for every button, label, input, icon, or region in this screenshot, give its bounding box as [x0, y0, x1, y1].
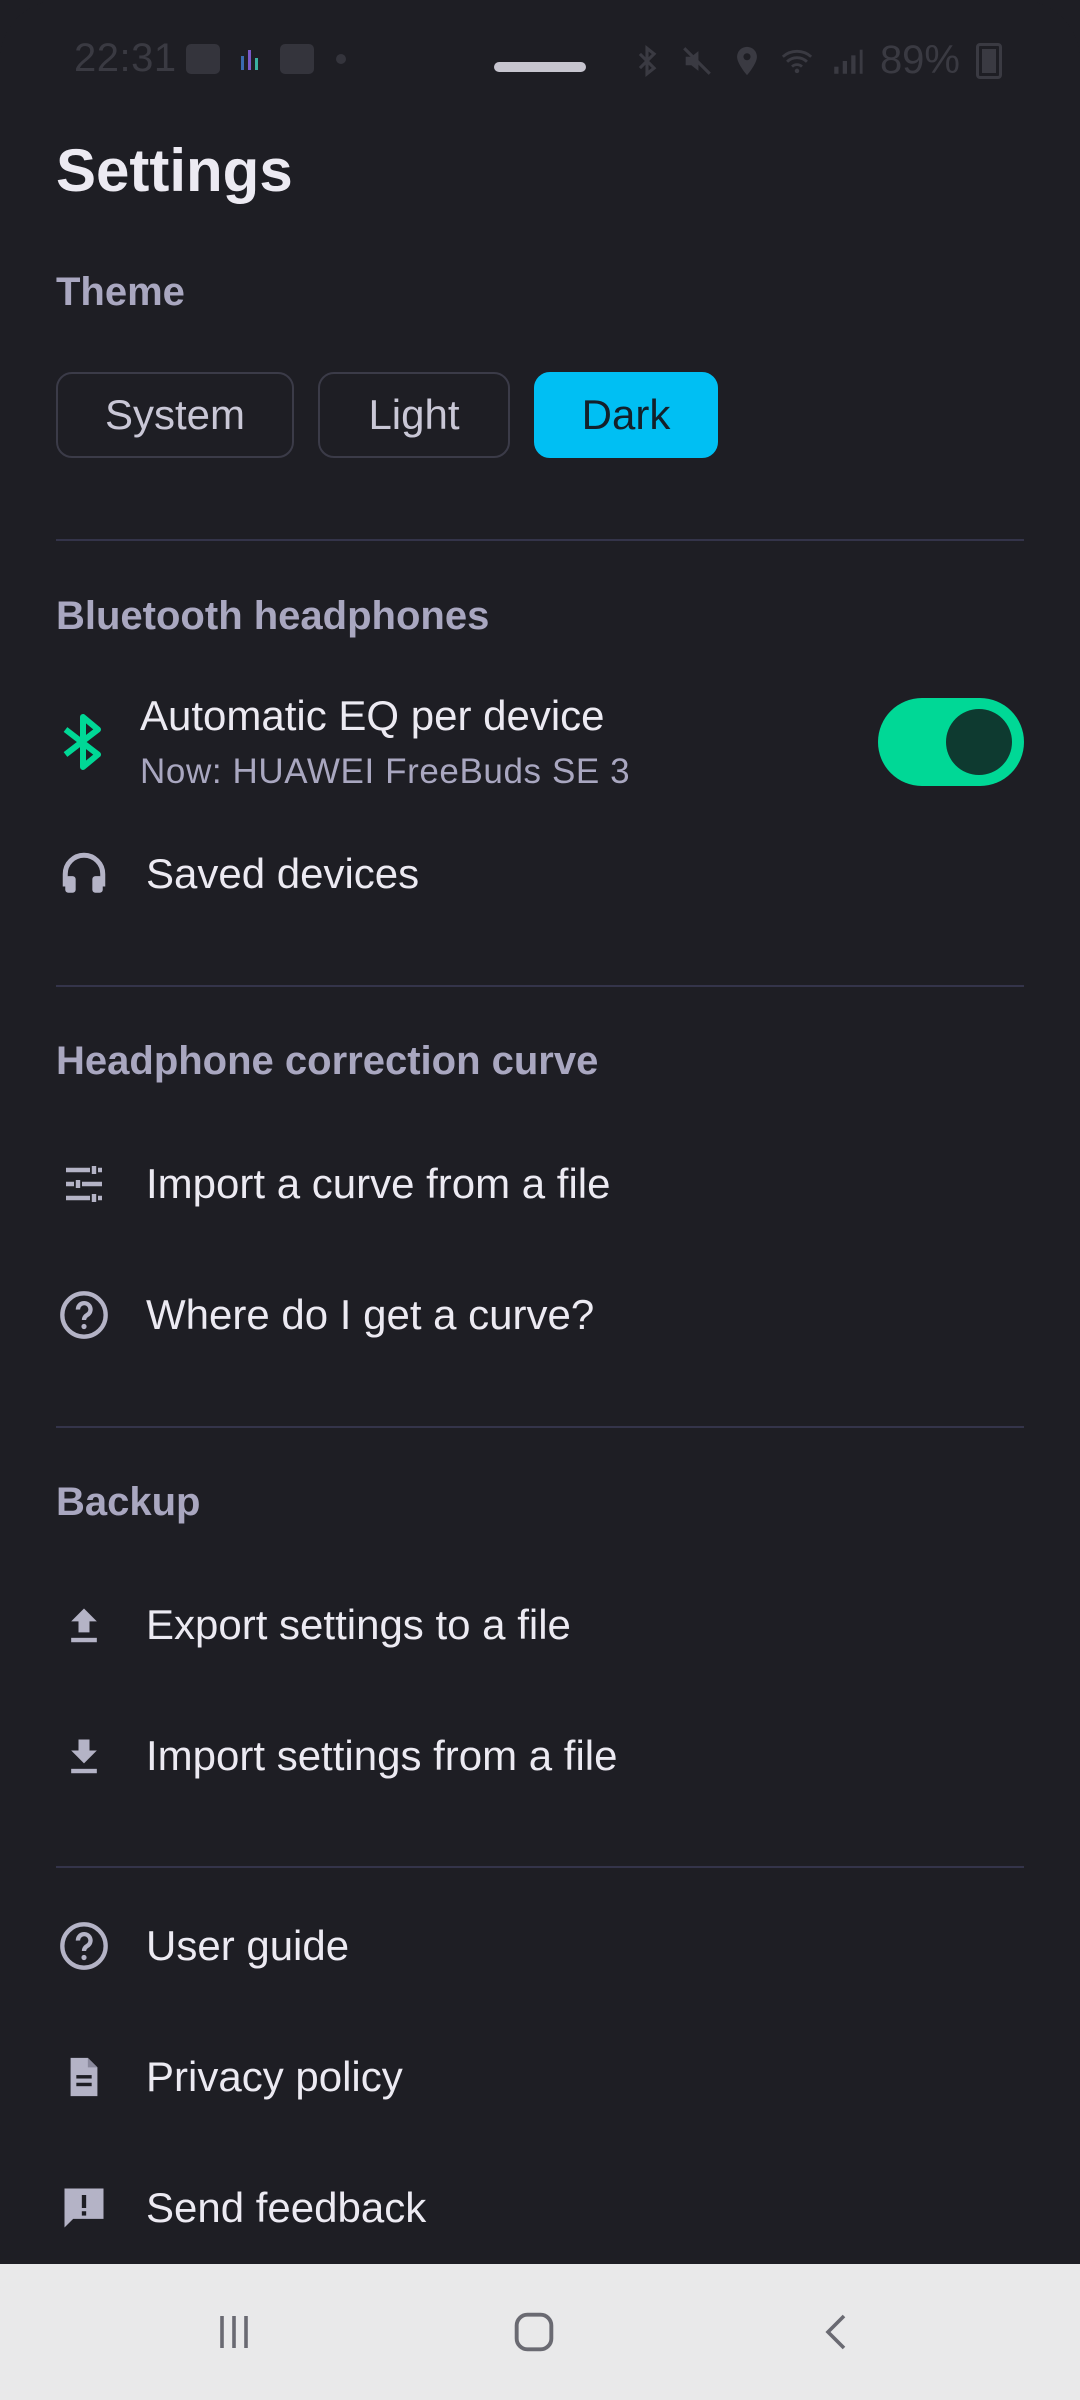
- user-guide-label: User guide: [146, 1922, 350, 1969]
- theme-selector: System Light Dark: [56, 372, 718, 458]
- send-feedback-row[interactable]: Send feedback: [0, 2176, 1080, 2240]
- divider: [56, 985, 1024, 987]
- privacy-policy-label: Privacy policy: [146, 2053, 403, 2100]
- backup-section-title: Backup: [56, 1480, 201, 1524]
- download-icon: [56, 1728, 112, 1784]
- theme-section-title: Theme: [56, 270, 185, 314]
- home-icon: [514, 2312, 554, 2352]
- bluetooth-status-icon: [638, 44, 657, 77]
- tune-icon: [56, 1156, 112, 1212]
- export-settings-label: Export settings to a file: [146, 1601, 571, 1648]
- divider: [56, 1426, 1024, 1428]
- help-circle-icon: [56, 1287, 112, 1343]
- settings-screen: 22:31 89% Settings Theme System Light Da…: [0, 0, 1080, 2264]
- signal-icon: [834, 49, 863, 74]
- headphones-icon: [56, 846, 112, 902]
- wifi-icon: [781, 49, 813, 73]
- saved-devices-row[interactable]: Saved devices: [0, 842, 1080, 906]
- import-curve-label: Import a curve from a file: [146, 1160, 611, 1207]
- user-guide-row[interactable]: User guide: [0, 1914, 1080, 1978]
- system-icons: 89%: [630, 38, 1002, 83]
- toggle-knob: [946, 709, 1012, 775]
- mute-icon: [683, 46, 711, 75]
- divider: [56, 1866, 1024, 1868]
- export-settings-row[interactable]: Export settings to a file: [0, 1593, 1080, 1657]
- auto-eq-label: Automatic EQ per device: [140, 692, 605, 739]
- recent-apps-button[interactable]: [204, 2302, 264, 2362]
- navigation-bar: [0, 2264, 1080, 2400]
- auto-eq-current-device: Now: HUAWEI FreeBuds SE 3: [140, 752, 631, 791]
- help-circle-icon: [56, 1918, 112, 1974]
- auto-eq-toggle[interactable]: [878, 698, 1024, 786]
- import-curve-row[interactable]: Import a curve from a file: [0, 1152, 1080, 1216]
- home-button[interactable]: [504, 2302, 564, 2362]
- status-bar: 22:31 89%: [0, 0, 1080, 120]
- saved-devices-label: Saved devices: [146, 850, 420, 897]
- theme-light-button[interactable]: Light: [318, 372, 510, 458]
- recent-apps-icon: [220, 2316, 248, 2348]
- status-time: 22:31: [74, 36, 177, 80]
- send-feedback-label: Send feedback: [146, 2184, 427, 2231]
- equalizer-notification-icon: [238, 44, 262, 74]
- gallery-icon: [186, 44, 220, 74]
- where-curve-label: Where do I get a curve?: [146, 1291, 595, 1338]
- theme-system-button[interactable]: System: [56, 372, 294, 458]
- page-title: Settings: [56, 137, 293, 204]
- privacy-policy-row[interactable]: Privacy policy: [0, 2045, 1080, 2109]
- battery-percent: 89%: [879, 38, 960, 82]
- bluetooth-section-title: Bluetooth headphones: [56, 594, 490, 638]
- import-settings-label: Import settings from a file: [146, 1732, 618, 1779]
- back-icon: [825, 2314, 846, 2350]
- drag-handle[interactable]: [494, 62, 586, 72]
- upload-icon: [56, 1597, 112, 1653]
- back-button[interactable]: [808, 2302, 868, 2362]
- where-curve-row[interactable]: Where do I get a curve?: [0, 1283, 1080, 1347]
- theme-dark-button[interactable]: Dark: [534, 372, 718, 458]
- bluetooth-icon: [63, 714, 101, 770]
- divider: [56, 539, 1024, 541]
- feedback-icon: [56, 2180, 112, 2236]
- notification-icons: [186, 44, 346, 74]
- correction-section-title: Headphone correction curve: [56, 1039, 599, 1083]
- more-notifications-dot: [336, 54, 346, 64]
- location-icon: [737, 46, 757, 75]
- battery-icon: [976, 42, 1002, 79]
- import-settings-row[interactable]: Import settings from a file: [0, 1724, 1080, 1788]
- youtube-icon: [280, 44, 314, 74]
- document-icon: [56, 2049, 112, 2105]
